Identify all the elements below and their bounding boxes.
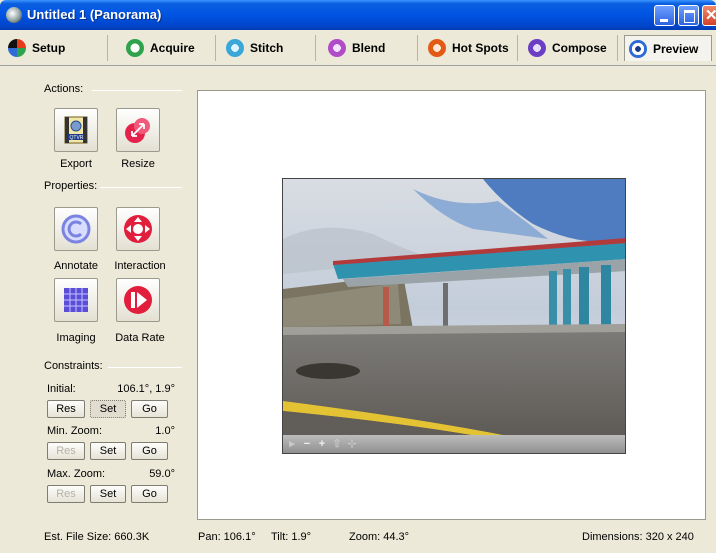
hotspot-icon[interactable]: ⇧ bbox=[332, 439, 342, 450]
stitch-icon bbox=[226, 39, 244, 57]
initial-row: Initial: 106.1°, 1.9° bbox=[47, 383, 175, 395]
annotate-label: Annotate bbox=[53, 260, 99, 272]
max-zoom-value: 59.0° bbox=[149, 468, 175, 480]
zoom-status: Zoom: 44.3° bbox=[349, 531, 410, 543]
maximize-button[interactable] bbox=[678, 5, 699, 26]
min-zoom-set-button[interactable]: Set bbox=[90, 442, 126, 460]
initial-go-button[interactable]: Go bbox=[131, 400, 168, 418]
tab-label: Hot Spots bbox=[452, 41, 509, 55]
pan-status: Pan: 106.1° bbox=[198, 531, 256, 543]
constraints-heading: Constraints: bbox=[44, 360, 103, 372]
resize-button[interactable] bbox=[116, 108, 160, 152]
film-export-icon: QTVR bbox=[64, 116, 88, 144]
max-zoom-row: Max. Zoom: 59.0° bbox=[47, 468, 175, 480]
properties-panel: Actions: QTVR Export Resize Properties: … bbox=[0, 67, 196, 522]
svg-text:QTVR: QTVR bbox=[70, 135, 84, 141]
interaction-arrows-icon bbox=[124, 215, 152, 243]
compose-arch-icon bbox=[528, 39, 546, 57]
initial-res-button[interactable]: Res bbox=[47, 400, 85, 418]
tilt-status: Tilt: 1.9° bbox=[271, 531, 312, 543]
eye-icon bbox=[629, 39, 647, 58]
data-rate-button[interactable] bbox=[116, 278, 160, 322]
zoom-out-icon[interactable]: − bbox=[302, 439, 312, 450]
export-button[interactable]: QTVR bbox=[54, 108, 98, 152]
copyright-icon bbox=[61, 214, 91, 244]
max-zoom-set-button[interactable]: Set bbox=[90, 485, 126, 503]
min-zoom-value: 1.0° bbox=[155, 425, 175, 437]
status-bar: Est. File Size: 660.3K Pan: 106.1° Tilt:… bbox=[0, 522, 716, 553]
tab-label: Stitch bbox=[250, 41, 284, 55]
tab-label: Preview bbox=[653, 41, 699, 56]
export-label: Export bbox=[60, 158, 92, 170]
grid-imaging-icon bbox=[64, 288, 88, 312]
tab-label: Acquire bbox=[150, 41, 195, 55]
tab-acquire[interactable]: Acquire bbox=[122, 35, 216, 61]
initial-value: 106.1°, 1.9° bbox=[117, 383, 175, 395]
show-hotspots-icon[interactable]: ⊹ bbox=[347, 439, 357, 450]
max-zoom-label: Max. Zoom: bbox=[47, 468, 106, 480]
app-icon bbox=[6, 7, 22, 23]
tab-label: Compose bbox=[552, 41, 607, 55]
data-rate-label: Data Rate bbox=[115, 332, 165, 344]
resize-label: Resize bbox=[121, 158, 155, 170]
data-rate-icon bbox=[124, 286, 152, 314]
workflow-tabs: Setup Acquire Stitch Blend Hot Spots Com… bbox=[0, 30, 716, 66]
divider bbox=[100, 187, 182, 188]
circle-arrow-icon bbox=[126, 39, 144, 57]
divider bbox=[108, 367, 182, 368]
pie-icon bbox=[8, 39, 26, 57]
initial-set-button[interactable]: Set bbox=[90, 400, 126, 418]
tab-hot-spots[interactable]: Hot Spots bbox=[424, 35, 518, 61]
title-bar: Untitled 1 (Panorama) bbox=[0, 0, 716, 30]
min-zoom-res-button[interactable]: Res bbox=[47, 442, 85, 460]
file-size-status: Est. File Size: 660.3K bbox=[44, 531, 150, 543]
tab-blend[interactable]: Blend bbox=[324, 35, 418, 61]
imaging-label: Imaging bbox=[56, 332, 96, 344]
interaction-button[interactable] bbox=[116, 207, 160, 251]
min-zoom-go-button[interactable]: Go bbox=[131, 442, 168, 460]
tab-compose[interactable]: Compose bbox=[524, 35, 618, 61]
dimensions-status: Dimensions: 320 x 240 bbox=[582, 531, 694, 543]
resize-icon bbox=[125, 118, 150, 143]
hotspot-arrow-icon bbox=[428, 39, 446, 57]
imaging-button[interactable] bbox=[54, 278, 98, 322]
tab-stitch[interactable]: Stitch bbox=[222, 35, 316, 61]
window-title: Untitled 1 (Panorama) bbox=[27, 7, 162, 22]
qtvr-controller: ▸ − + ⇧ ⊹ bbox=[283, 435, 625, 453]
max-zoom-go-button[interactable]: Go bbox=[131, 485, 168, 503]
play-icon[interactable]: ▸ bbox=[287, 439, 297, 450]
close-button[interactable] bbox=[702, 5, 716, 26]
zoom-in-icon[interactable]: + bbox=[317, 439, 327, 450]
initial-label: Initial: bbox=[47, 383, 76, 395]
tab-preview[interactable]: Preview bbox=[624, 35, 712, 61]
blend-arrow-icon bbox=[328, 39, 346, 57]
tab-label: Setup bbox=[32, 41, 66, 55]
tab-setup[interactable]: Setup bbox=[4, 35, 108, 61]
max-zoom-res-button[interactable]: Res bbox=[47, 485, 85, 503]
panorama-image bbox=[283, 179, 625, 437]
panorama-viewer[interactable]: ▸ − + ⇧ ⊹ bbox=[282, 178, 626, 454]
divider bbox=[92, 90, 182, 91]
tab-label: Blend bbox=[352, 41, 386, 55]
minimize-button[interactable] bbox=[654, 5, 675, 26]
actions-heading: Actions: bbox=[44, 83, 84, 95]
properties-heading: Properties: bbox=[44, 180, 98, 192]
interaction-label: Interaction bbox=[114, 260, 166, 272]
min-zoom-row: Min. Zoom: 1.0° bbox=[47, 425, 175, 437]
annotate-button[interactable] bbox=[54, 207, 98, 251]
min-zoom-label: Min. Zoom: bbox=[47, 425, 103, 437]
